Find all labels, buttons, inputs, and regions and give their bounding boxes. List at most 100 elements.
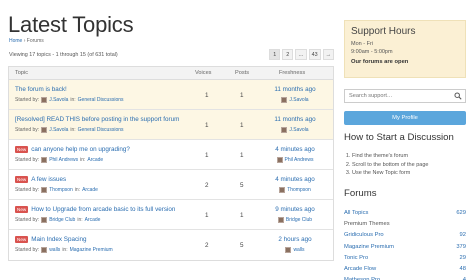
new-badge: New	[15, 146, 29, 153]
last-poster-link[interactable]: Bridge Club	[286, 217, 312, 223]
support-hours-days: Mon - Fri	[351, 41, 373, 47]
topic-title-link[interactable]: can anyone help me on upgrading?	[31, 146, 130, 153]
page-2-button[interactable]: 2	[282, 49, 294, 60]
topic-forum-link[interactable]: Arcade	[85, 217, 101, 223]
forum-item-count: 29	[459, 254, 466, 261]
avatar	[281, 127, 288, 133]
last-poster: Phil Andrews	[258, 157, 332, 163]
topic-author-link[interactable]: Bridge Club	[49, 217, 75, 223]
posts-count: 1	[240, 92, 244, 99]
topic-title-link[interactable]: A few issues	[31, 176, 66, 183]
topics-table: Topic Voices Posts Freshness The forum i…	[8, 66, 334, 261]
started-by-label: Started by:	[15, 97, 40, 103]
how-to-title: How to Start a Discussion	[344, 132, 454, 143]
topic-title-link[interactable]: The forum is back!	[15, 86, 67, 93]
topic-rows: The forum is back! Started by: J.Savola in:…	[9, 80, 333, 260]
search-icon[interactable]	[454, 92, 462, 100]
page-1-button[interactable]: 1	[269, 49, 281, 60]
support-hours-time: 9:00am - 5:00pm	[351, 49, 393, 55]
freshness-link[interactable]: 4 minutes ago	[258, 176, 332, 183]
topic-title-line: New Main Index Spacing	[15, 236, 87, 243]
in-label: in:	[80, 157, 86, 163]
table-row: New A few issues Started by: Thompson in: Arc…	[9, 170, 333, 200]
freshness-link[interactable]: 2 hours ago	[258, 236, 332, 243]
last-poster-link[interactable]: Thompson	[287, 187, 311, 193]
header-posts: Posts	[235, 70, 249, 76]
avatar	[41, 247, 48, 253]
search-input[interactable]	[345, 90, 445, 102]
voices-count: 2	[205, 182, 209, 189]
forum-item-label[interactable]: Gridiculous Pro	[344, 232, 384, 238]
forum-item[interactable]: Magazine Premium 379	[344, 244, 466, 250]
next-page-button[interactable]: →	[322, 49, 334, 60]
topic-forum-link[interactable]: General Discussions	[78, 127, 124, 133]
forum-item-count: 48	[459, 266, 466, 272]
my-profile-button[interactable]: My Profile	[344, 111, 466, 125]
topic-meta: Started by: walls in: Magazine Premium	[15, 247, 113, 253]
forum-item[interactable]: All Topics 629	[344, 210, 466, 216]
in-label: in:	[70, 97, 76, 103]
forum-item-label: Premium Themes	[344, 221, 390, 228]
topic-forum-link[interactable]: General Discussions	[78, 97, 124, 103]
new-badge: New	[15, 206, 29, 213]
step-item: Use the New Topic form	[352, 169, 428, 178]
topic-author-link[interactable]: Phil Andrews	[49, 157, 78, 163]
last-poster-link[interactable]: J.Savola	[289, 127, 308, 133]
freshness-link[interactable]: 11 months ago	[258, 116, 332, 123]
support-hours-box: Support Hours Mon - Fri 9:00am - 5:00pm …	[344, 20, 466, 78]
avatar	[276, 157, 283, 163]
forum-item-label[interactable]: Arcade Flow	[344, 266, 376, 272]
last-poster: Bridge Club	[258, 217, 332, 223]
topic-author-link[interactable]: walls	[49, 247, 60, 253]
search-box	[344, 89, 466, 103]
table-row: [Resolved] READ THIS before posting in t…	[9, 110, 333, 140]
avatar	[277, 217, 284, 223]
forum-group-heading: Premium Themes	[344, 221, 466, 227]
topic-forum-link[interactable]: Arcade	[87, 157, 103, 163]
forum-item[interactable]: Tonic Pro 29	[344, 255, 466, 261]
page-last-button[interactable]: 43	[308, 49, 321, 60]
topic-meta: Started by: Bridge Club in: Arcade	[15, 217, 100, 223]
forum-item-label[interactable]: All Topics	[344, 210, 368, 216]
started-by-label: Started by:	[15, 247, 40, 253]
topic-meta: Started by: Phil Andrews in: Arcade	[15, 157, 103, 163]
table-row: New Main Index Spacing Started by: walls in:…	[9, 230, 333, 260]
freshness-link[interactable]: 9 minutes ago	[258, 206, 332, 213]
last-poster-link[interactable]: Phil Andrews	[285, 157, 314, 163]
new-badge: New	[15, 236, 29, 243]
step-item: Scroll to the bottom of the page	[352, 161, 428, 170]
started-by-label: Started by:	[15, 157, 40, 163]
topic-forum-link[interactable]: Arcade	[82, 187, 98, 193]
avatar	[41, 157, 48, 163]
table-row: New How to Upgrade from arcade basic to i…	[9, 200, 333, 230]
topic-title-line: New A few issues	[15, 176, 66, 183]
topic-author-link[interactable]: J.Savola	[49, 97, 68, 103]
topic-author-link[interactable]: Thompson	[49, 187, 73, 193]
avatar	[41, 97, 48, 103]
topic-title-link[interactable]: Main Index Spacing	[31, 236, 86, 243]
voices-count: 1	[205, 122, 209, 129]
header-topic: Topic	[15, 70, 29, 76]
topic-title-link[interactable]: [Resolved] READ THIS before posting in t…	[15, 116, 179, 123]
forum-item-label[interactable]: Magazine Premium	[344, 244, 394, 250]
forum-item[interactable]: Gridiculous Pro 92	[344, 232, 466, 238]
forum-item[interactable]: Arcade Flow 48	[344, 266, 466, 272]
avatar	[41, 187, 48, 193]
topic-forum-link[interactable]: Magazine Premium	[70, 247, 113, 253]
topic-title-link[interactable]: How to Upgrade from arcade basic to its …	[31, 206, 175, 213]
last-poster: J.Savola	[258, 127, 332, 133]
last-poster-link[interactable]: J.Savola	[289, 97, 308, 103]
breadcrumb: Home › Forums	[9, 38, 44, 44]
freshness-link[interactable]: 11 months ago	[258, 86, 332, 93]
forum-item-label[interactable]: Tonic Pro	[344, 255, 368, 261]
last-poster-link[interactable]: walls	[293, 247, 304, 253]
topic-author-link[interactable]: J.Savola	[49, 127, 68, 133]
avatar	[279, 187, 286, 193]
voices-count: 1	[205, 212, 209, 219]
topic-count-summary: Viewing 17 topics - 1 through 15 (of 631…	[9, 52, 118, 58]
topic-meta: Started by: J.Savola in: General Discussion…	[15, 97, 124, 103]
forum-item-count: 92	[459, 232, 466, 239]
freshness-link[interactable]: 4 minutes ago	[258, 146, 332, 153]
posts-count: 1	[240, 212, 244, 219]
breadcrumb-home[interactable]: Home	[9, 38, 22, 44]
